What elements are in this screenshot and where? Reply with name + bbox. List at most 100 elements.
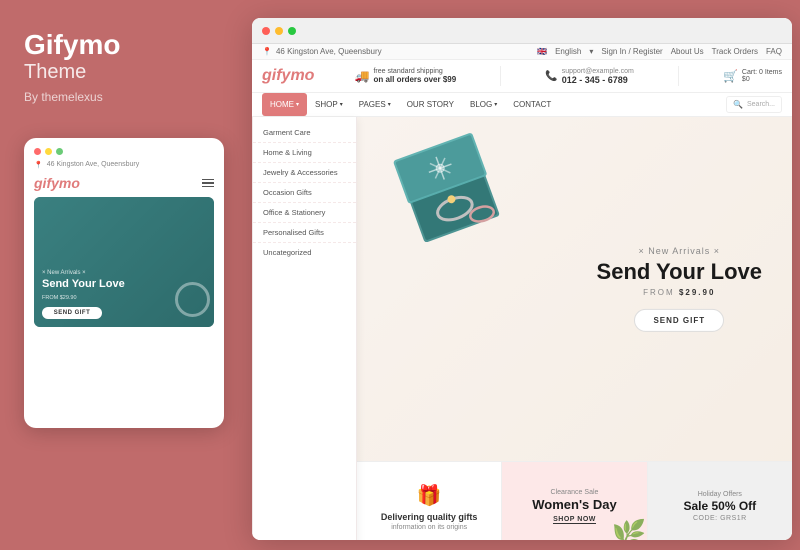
utility-track[interactable]: Track Orders bbox=[712, 47, 758, 56]
nav-home-label: HOME bbox=[270, 100, 294, 109]
support-email: support@example.com bbox=[562, 68, 634, 75]
nav-item-home[interactable]: HOME ▾ bbox=[262, 93, 307, 116]
flower-decoration: 🌿 bbox=[612, 518, 647, 540]
hero-from: FROM $29.90 bbox=[597, 288, 762, 297]
womens-day-title: Women's Day bbox=[532, 498, 617, 512]
utility-about[interactable]: About Us bbox=[671, 47, 704, 56]
shipping-top: free standard shipping bbox=[373, 68, 456, 75]
utility-bar: 📍 46 Kingston Ave, Queensbury 🇬🇧 English… bbox=[252, 44, 792, 60]
nav-contact-label: CONTACT bbox=[513, 100, 551, 109]
cart-icon: 🛒 bbox=[723, 69, 738, 83]
bottom-card-womens-day: Clearance Sale Women's Day SHOP NOW 🌿 bbox=[502, 462, 647, 540]
header-support: 📞 support@example.com 012 - 345 - 6789 bbox=[545, 68, 634, 85]
support-info: support@example.com 012 - 345 - 6789 bbox=[562, 68, 634, 85]
truck-icon: 🚚 bbox=[355, 69, 370, 83]
hero-send-gift-button[interactable]: SEND GIFT bbox=[634, 309, 724, 332]
browser-dot-yellow[interactable] bbox=[275, 27, 283, 35]
header-divider-1 bbox=[500, 66, 501, 86]
mobile-bracelet-decoration bbox=[175, 282, 210, 317]
header-shipping: 🚚 free standard shipping on all orders o… bbox=[355, 68, 457, 84]
mobile-new-arrivals-text: × New Arrivals × bbox=[42, 270, 206, 276]
nav-item-our-story[interactable]: OUR STORY bbox=[399, 93, 462, 116]
brand-subtitle: Theme bbox=[24, 61, 86, 84]
main-content: Garment Care Home & Living Jewelry & Acc… bbox=[252, 117, 792, 540]
hero-from-label: FROM bbox=[643, 288, 675, 297]
nav-items: HOME ▾ SHOP ▾ PAGES ▾ OUR STORY BLOG ▾ C… bbox=[262, 93, 559, 116]
womens-day-sale-label: Clearance Sale bbox=[551, 489, 599, 496]
site-header: gifymo 🚚 free standard shipping on all o… bbox=[252, 60, 792, 93]
hero-main: × New Arrivals × Send Your Love FROM $29… bbox=[357, 117, 792, 461]
mobile-address-bar: 📍 46 Kingston Ave, Queensbury bbox=[34, 161, 214, 169]
hero-section: × New Arrivals × Send Your Love FROM $29… bbox=[357, 117, 792, 540]
nav-item-contact[interactable]: CONTACT bbox=[505, 93, 559, 116]
holiday-tag: Holiday Offers bbox=[698, 491, 742, 498]
hero-new-arrivals-text: × New Arrivals × bbox=[597, 246, 762, 256]
nav-item-pages[interactable]: PAGES ▾ bbox=[351, 93, 399, 116]
dropdown-item-personalised[interactable]: Personalised Gifts bbox=[253, 223, 356, 243]
bottom-card-holiday: Holiday Offers Sale 50% Off CODE: GRS1R bbox=[648, 462, 792, 540]
utility-arrow: ▾ bbox=[589, 47, 593, 56]
bottom-card-gift: 🎁 Delivering quality gifts information o… bbox=[357, 462, 502, 540]
left-panel: Gifymo Theme By themelexus 📍 46 Kingston… bbox=[0, 0, 248, 550]
shipping-text: free standard shipping on all orders ove… bbox=[373, 68, 456, 84]
mobile-send-gift-button[interactable]: SEND GIFT bbox=[42, 307, 102, 319]
header-cart[interactable]: 🛒 Cart: 0 Items $0 bbox=[723, 69, 782, 83]
nav-home-arrow: ▾ bbox=[296, 101, 299, 108]
utility-sign-in[interactable]: Sign In / Register bbox=[601, 47, 662, 56]
cart-amount: $0 bbox=[742, 76, 782, 83]
gift-delivery-icon: 🎁 bbox=[417, 483, 442, 508]
mobile-dot-red bbox=[34, 148, 41, 155]
search-icon: 🔍 bbox=[733, 100, 743, 109]
browser-dot-red[interactable] bbox=[262, 27, 270, 35]
nav-shop-label: SHOP bbox=[315, 100, 338, 109]
browser-dot-green[interactable] bbox=[288, 27, 296, 35]
cart-info: Cart: 0 Items $0 bbox=[742, 69, 782, 83]
dropdown-item-office[interactable]: Office & Stationery bbox=[253, 203, 356, 223]
support-phone: 012 - 345 - 6789 bbox=[562, 75, 634, 85]
utility-left: 📍 46 Kingston Ave, Queensbury bbox=[262, 47, 382, 56]
browser-chrome bbox=[252, 18, 792, 44]
utility-language[interactable]: English bbox=[555, 47, 581, 56]
mobile-hero: × New Arrivals × Send Your Love FROM $29… bbox=[34, 197, 214, 327]
jewelry-box-illustration bbox=[377, 132, 517, 242]
nav-shop-arrow: ▾ bbox=[340, 101, 343, 108]
nav-blog-arrow: ▾ bbox=[494, 101, 497, 108]
search-placeholder: Search... bbox=[747, 101, 775, 108]
dropdown-item-home[interactable]: Home & Living bbox=[253, 143, 356, 163]
site-logo[interactable]: gifymo bbox=[262, 67, 314, 85]
hero-title: Send Your Love bbox=[597, 260, 762, 284]
holiday-title: Sale 50% Off bbox=[683, 500, 756, 513]
nav-search[interactable]: 🔍 Search... bbox=[726, 96, 782, 113]
dropdown-item-uncategorized[interactable]: Uncategorized bbox=[253, 243, 356, 262]
nav-pages-arrow: ▾ bbox=[388, 101, 391, 108]
mobile-address-text: 46 Kingston Ave, Queensbury bbox=[47, 161, 140, 168]
brand-by: By themelexus bbox=[24, 90, 103, 104]
nav-item-shop[interactable]: SHOP ▾ bbox=[307, 93, 351, 116]
mobile-mockup: 📍 46 Kingston Ave, Queensbury gifymo × N… bbox=[24, 138, 224, 428]
cart-label: Cart: 0 Items bbox=[742, 69, 782, 76]
hamburger-icon[interactable] bbox=[202, 179, 214, 188]
utility-faq[interactable]: FAQ bbox=[766, 47, 782, 56]
utility-pin-icon: 📍 bbox=[262, 47, 272, 56]
womens-day-shop-now-button[interactable]: SHOP NOW bbox=[553, 516, 596, 524]
gift-delivery-sub: information on its origins bbox=[391, 524, 467, 531]
holiday-code: CODE: GRS1R bbox=[693, 515, 747, 522]
site-nav: HOME ▾ SHOP ▾ PAGES ▾ OUR STORY BLOG ▾ C… bbox=[252, 93, 792, 117]
nav-item-blog[interactable]: BLOG ▾ bbox=[462, 93, 505, 116]
mobile-dot-yellow bbox=[45, 148, 52, 155]
dropdown-item-jewelry[interactable]: Jewelry & Accessories bbox=[253, 163, 356, 183]
utility-address: 46 Kingston Ave, Queensbury bbox=[276, 47, 382, 56]
pin-icon: 📍 bbox=[34, 161, 43, 169]
hero-text: × New Arrivals × Send Your Love FROM $29… bbox=[597, 246, 762, 332]
flag-icon: 🇬🇧 bbox=[537, 47, 547, 56]
mobile-logo-row: gifymo bbox=[34, 175, 214, 191]
header-divider-2 bbox=[678, 66, 679, 86]
dropdown-item-garment[interactable]: Garment Care bbox=[253, 123, 356, 143]
nav-pages-label: PAGES bbox=[359, 100, 386, 109]
shop-dropdown: Garment Care Home & Living Jewelry & Acc… bbox=[252, 117, 357, 540]
nav-blog-label: BLOG bbox=[470, 100, 492, 109]
hero-price: $29.90 bbox=[679, 288, 715, 297]
shipping-bottom: on all orders over $99 bbox=[373, 75, 456, 84]
dropdown-item-occasion[interactable]: Occasion Gifts bbox=[253, 183, 356, 203]
phone-icon: 📞 bbox=[545, 71, 557, 82]
